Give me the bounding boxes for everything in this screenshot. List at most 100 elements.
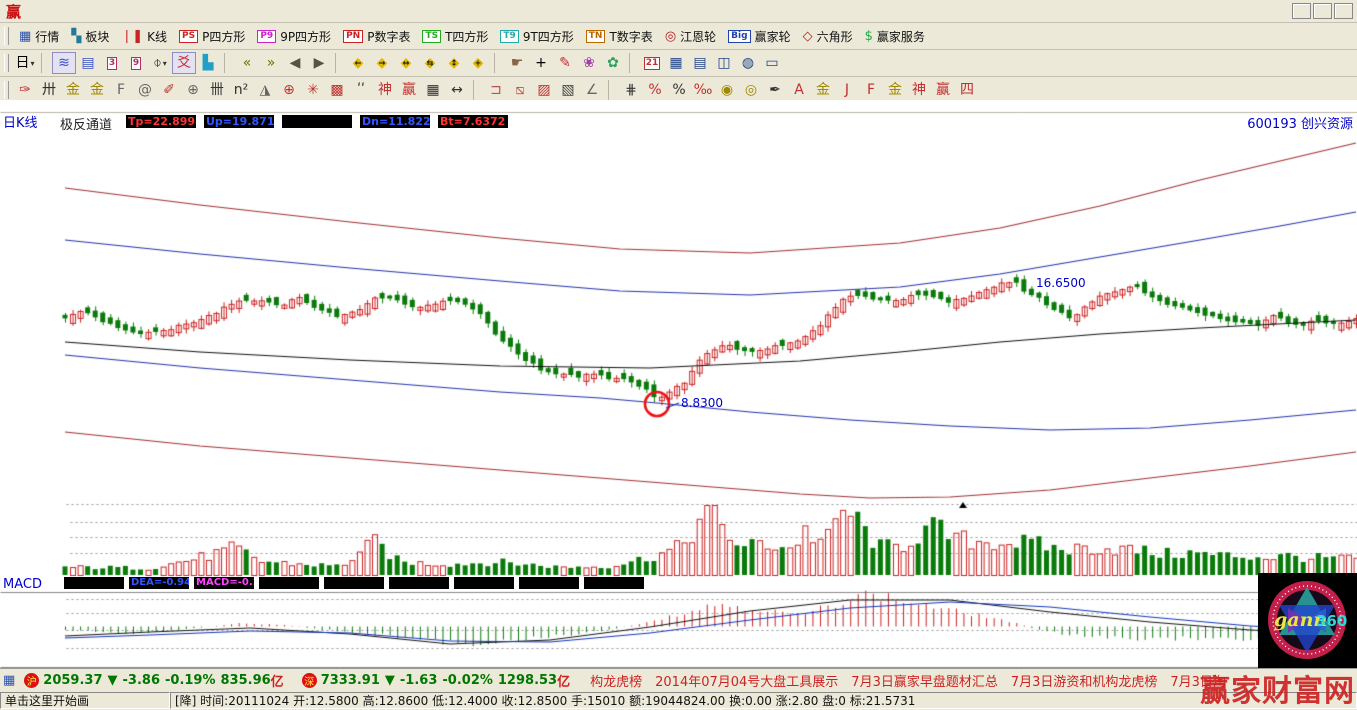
draw-tool-button[interactable]: ◎ [739, 79, 763, 101]
menu-item[interactable] [229, 9, 251, 13]
indicator-label[interactable]: 极反通道 [60, 114, 112, 133]
draw-tool-button[interactable]: ✑ [13, 79, 37, 101]
toolbar-button[interactable]: TS T四方形 [416, 26, 494, 47]
toolbar-icon-button[interactable]: 日 ▾ [13, 52, 37, 74]
draw-tool-button[interactable]: ∠ [580, 79, 604, 101]
menu-item[interactable] [53, 9, 75, 13]
draw-tool-button[interactable]: ⧅ [508, 79, 532, 101]
toolbar-button[interactable]: ◇ 六角形 [797, 26, 859, 47]
draw-tool-button[interactable]: ↔ [445, 79, 469, 101]
shenzhen-index-badge[interactable]: 深 [302, 673, 317, 688]
draw-tool-button[interactable]: 赢 [397, 79, 421, 101]
toolbar-icon-button[interactable] [41, 53, 48, 73]
draw-tool-button[interactable]: 金 [85, 79, 109, 101]
toolbar-icon-button[interactable]: ⌽ ▾ [148, 52, 172, 74]
menu-item[interactable] [207, 9, 229, 13]
draw-tool-button[interactable]: ⊕ [277, 79, 301, 101]
draw-tool-button[interactable]: n² [229, 79, 253, 101]
draw-tool-button[interactable] [608, 80, 615, 100]
window-control-button[interactable] [1313, 3, 1332, 19]
toolbar-icon-button[interactable]: 21 [640, 52, 664, 74]
toolbar-icon-button[interactable]: ◀ [283, 52, 307, 74]
toolbar-icon-button[interactable] [224, 53, 231, 73]
toolbar-icon-button[interactable]: + [529, 52, 553, 74]
toolbar-icon-button[interactable] [629, 53, 636, 73]
toolbar-button[interactable]: ▚ 板块 [65, 26, 115, 47]
chart-area[interactable]: 日K线 极反通道 Tp=22.8998Up=19.8717Dn=11.8220B… [0, 100, 1357, 668]
toolbar-icon-button[interactable]: ▭ [760, 52, 784, 74]
toolbar-icon-button[interactable]: ◍ [736, 52, 760, 74]
draw-tool-button[interactable]: ▨ [532, 79, 556, 101]
draw-tool-button[interactable]: 卅 [37, 79, 61, 101]
draw-tool-button[interactable]: 赢 [931, 79, 955, 101]
draw-tool-button[interactable]: ◉ [715, 79, 739, 101]
draw-tool-button[interactable]: % [643, 79, 667, 101]
menu-item[interactable] [97, 9, 119, 13]
draw-tool-button[interactable]: @ [133, 79, 157, 101]
quote-grid-icon[interactable]: ▦ [3, 673, 15, 688]
window-control-button[interactable] [1334, 3, 1353, 19]
window-control-button[interactable] [1292, 3, 1311, 19]
draw-tool-button[interactable]: ‰ [691, 79, 715, 101]
toolbar-icon-button[interactable]: ≋ [52, 52, 76, 74]
toolbar-icon-button[interactable]: ◆ ↔ [394, 52, 418, 74]
draw-tool-button[interactable]: ▧ [556, 79, 580, 101]
menu-item[interactable] [163, 9, 185, 13]
menu-item[interactable] [185, 9, 207, 13]
draw-tool-button[interactable]: J [835, 79, 859, 101]
draw-tool-button[interactable] [473, 80, 480, 100]
toolbar-button[interactable]: $ 赢家服务 [859, 26, 931, 47]
draw-tool-button[interactable]: ✳ [301, 79, 325, 101]
toolbar-icon-button[interactable] [335, 53, 342, 73]
toolbar-icon-button[interactable]: ◆ + [466, 52, 490, 74]
draw-tool-button[interactable]: 金 [883, 79, 907, 101]
menu-item[interactable] [31, 9, 53, 13]
toolbar-button[interactable]: PN P数字表 [337, 26, 416, 47]
draw-tool-button[interactable]: F [109, 79, 133, 101]
draw-tool-button[interactable]: ✒ [763, 79, 787, 101]
toolbar-icon-button[interactable]: ▤ [76, 52, 100, 74]
toolbar-icon-button[interactable]: ◆ ← [346, 52, 370, 74]
toolbar-button[interactable]: T9 9T四方形 [494, 26, 579, 47]
toolbar-icon-button[interactable]: ▶ [307, 52, 331, 74]
menu-item[interactable] [75, 9, 97, 13]
draw-tool-button[interactable]: 卌 [205, 79, 229, 101]
draw-tool-button[interactable]: 神 [907, 79, 931, 101]
menu-item[interactable] [119, 9, 141, 13]
toolbar-button[interactable]: ❘❚ K线 [115, 26, 173, 47]
toolbar-button[interactable]: Big 赢家轮 [722, 26, 796, 47]
toolbar-icon-button[interactable]: 3 [100, 52, 124, 74]
toolbar-button[interactable]: ◎ 江恩轮 [659, 26, 722, 47]
draw-hint-cell[interactable]: 单击这里开始画 [0, 692, 170, 709]
news-marquee[interactable]: 构龙虎榜 2014年07月04号大盘工具展示 7月3日赢家早盘题材汇总 7月3日… [590, 671, 1226, 690]
draw-tool-button[interactable]: % [667, 79, 691, 101]
draw-tool-button[interactable]: ʹʹ [349, 79, 373, 101]
draw-tool-button[interactable]: 神 [373, 79, 397, 101]
toolbar-button[interactable]: P9 9P四方形 [251, 26, 337, 47]
toolbar-icon-button[interactable]: ✿ [601, 52, 625, 74]
draw-tool-button[interactable]: ▦ [421, 79, 445, 101]
toolbar-button[interactable]: ▦ 行情 [13, 26, 65, 47]
macd-pane-label[interactable]: MACD [3, 577, 42, 592]
draw-tool-button[interactable]: ▩ [325, 79, 349, 101]
toolbar-icon-button[interactable]: » [259, 52, 283, 74]
toolbar-button[interactable]: PS P四方形 [173, 26, 251, 47]
draw-tool-button[interactable]: ⊐ [484, 79, 508, 101]
toolbar-icon-button[interactable]: ◆ ⇆ [418, 52, 442, 74]
toolbar-icon-button[interactable] [494, 53, 501, 73]
draw-tool-button[interactable]: 金 [61, 79, 85, 101]
toolbar-icon-button[interactable]: ☛ [505, 52, 529, 74]
draw-tool-button[interactable]: ✐ [157, 79, 181, 101]
draw-tool-button[interactable]: 金 [811, 79, 835, 101]
draw-tool-button[interactable]: F [859, 79, 883, 101]
toolbar-icon-button[interactable]: ◫ [712, 52, 736, 74]
toolbar-icon-button[interactable]: ◆ ↕ [442, 52, 466, 74]
toolbar-icon-button[interactable]: 爻 [172, 52, 196, 74]
toolbar-icon-button[interactable]: ❀ [577, 52, 601, 74]
menu-item[interactable] [141, 9, 163, 13]
draw-tool-button[interactable]: ⋕ [619, 79, 643, 101]
toolbar-icon-button[interactable]: ✎ [553, 52, 577, 74]
draw-tool-button[interactable]: ◮ [253, 79, 277, 101]
toolbar-icon-button[interactable]: ▙ [196, 52, 220, 74]
toolbar-icon-button[interactable]: ▦ [664, 52, 688, 74]
